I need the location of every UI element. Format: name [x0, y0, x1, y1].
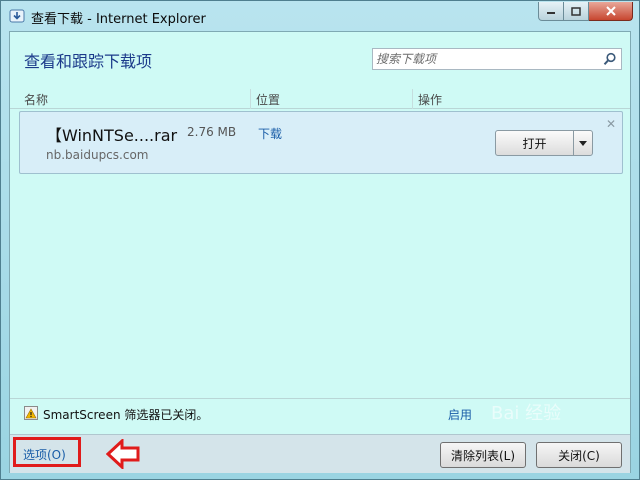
- open-split-button: 打开: [495, 130, 593, 156]
- column-headers: 名称 位置 操作: [10, 89, 630, 109]
- search-box[interactable]: [372, 48, 622, 70]
- column-divider: [412, 89, 413, 109]
- remove-item-button[interactable]: ✕: [606, 117, 616, 131]
- title-bar[interactable]: 查看下载 - Internet Explorer: [1, 1, 639, 31]
- page-title: 查看和跟踪下载项: [24, 52, 153, 71]
- column-divider: [250, 89, 251, 109]
- download-file-size: 2.76 MB: [187, 125, 237, 139]
- download-manager-window: 查看下载 - Internet Explorer 查看和跟踪下载项 名称: [0, 0, 640, 480]
- download-source: nb.baidupcs.com: [46, 148, 149, 162]
- search-input[interactable]: [376, 50, 596, 68]
- window-title: 查看下载 - Internet Explorer: [31, 12, 206, 27]
- download-item[interactable]: 【WinNTSe....rar 2.76 MB 下载 nb.baidupcs.c…: [19, 111, 623, 174]
- open-button[interactable]: 打开: [496, 131, 574, 155]
- footer-bar: 选项(O) 清除列表(L) 关闭(C): [10, 434, 630, 473]
- caption-buttons: [538, 2, 633, 22]
- open-options-dropdown[interactable]: [574, 131, 592, 155]
- minimize-button[interactable]: [538, 2, 564, 21]
- close-icon: [605, 6, 616, 16]
- maximize-icon: [571, 6, 581, 16]
- column-action[interactable]: 操作: [418, 91, 442, 108]
- download-file-name: 【WinNTSe....rar: [46, 126, 178, 145]
- close-window-button[interactable]: [589, 2, 633, 21]
- options-label[interactable]: 选项(O): [23, 448, 66, 462]
- ie-download-icon: [9, 9, 25, 23]
- download-location-link[interactable]: 下载: [258, 125, 282, 142]
- shield-icon: [24, 406, 38, 420]
- enable-smartscreen-link[interactable]: 启用: [448, 406, 472, 423]
- clear-list-button[interactable]: 清除列表(L): [440, 442, 526, 468]
- watermark: Bai 经验: [491, 403, 562, 424]
- chevron-down-icon: [579, 140, 587, 146]
- minimize-icon: [547, 12, 555, 14]
- maximize-button[interactable]: [564, 2, 589, 21]
- close-button[interactable]: 关闭(C): [536, 442, 622, 468]
- search-icon[interactable]: [603, 52, 617, 66]
- column-name[interactable]: 名称: [24, 91, 48, 108]
- smartscreen-message: SmartScreen 筛选器已关闭。: [43, 408, 209, 422]
- options-link[interactable]: 选项(O): [13, 437, 81, 467]
- left-arrow-icon: [106, 439, 140, 469]
- column-location[interactable]: 位置: [256, 91, 280, 108]
